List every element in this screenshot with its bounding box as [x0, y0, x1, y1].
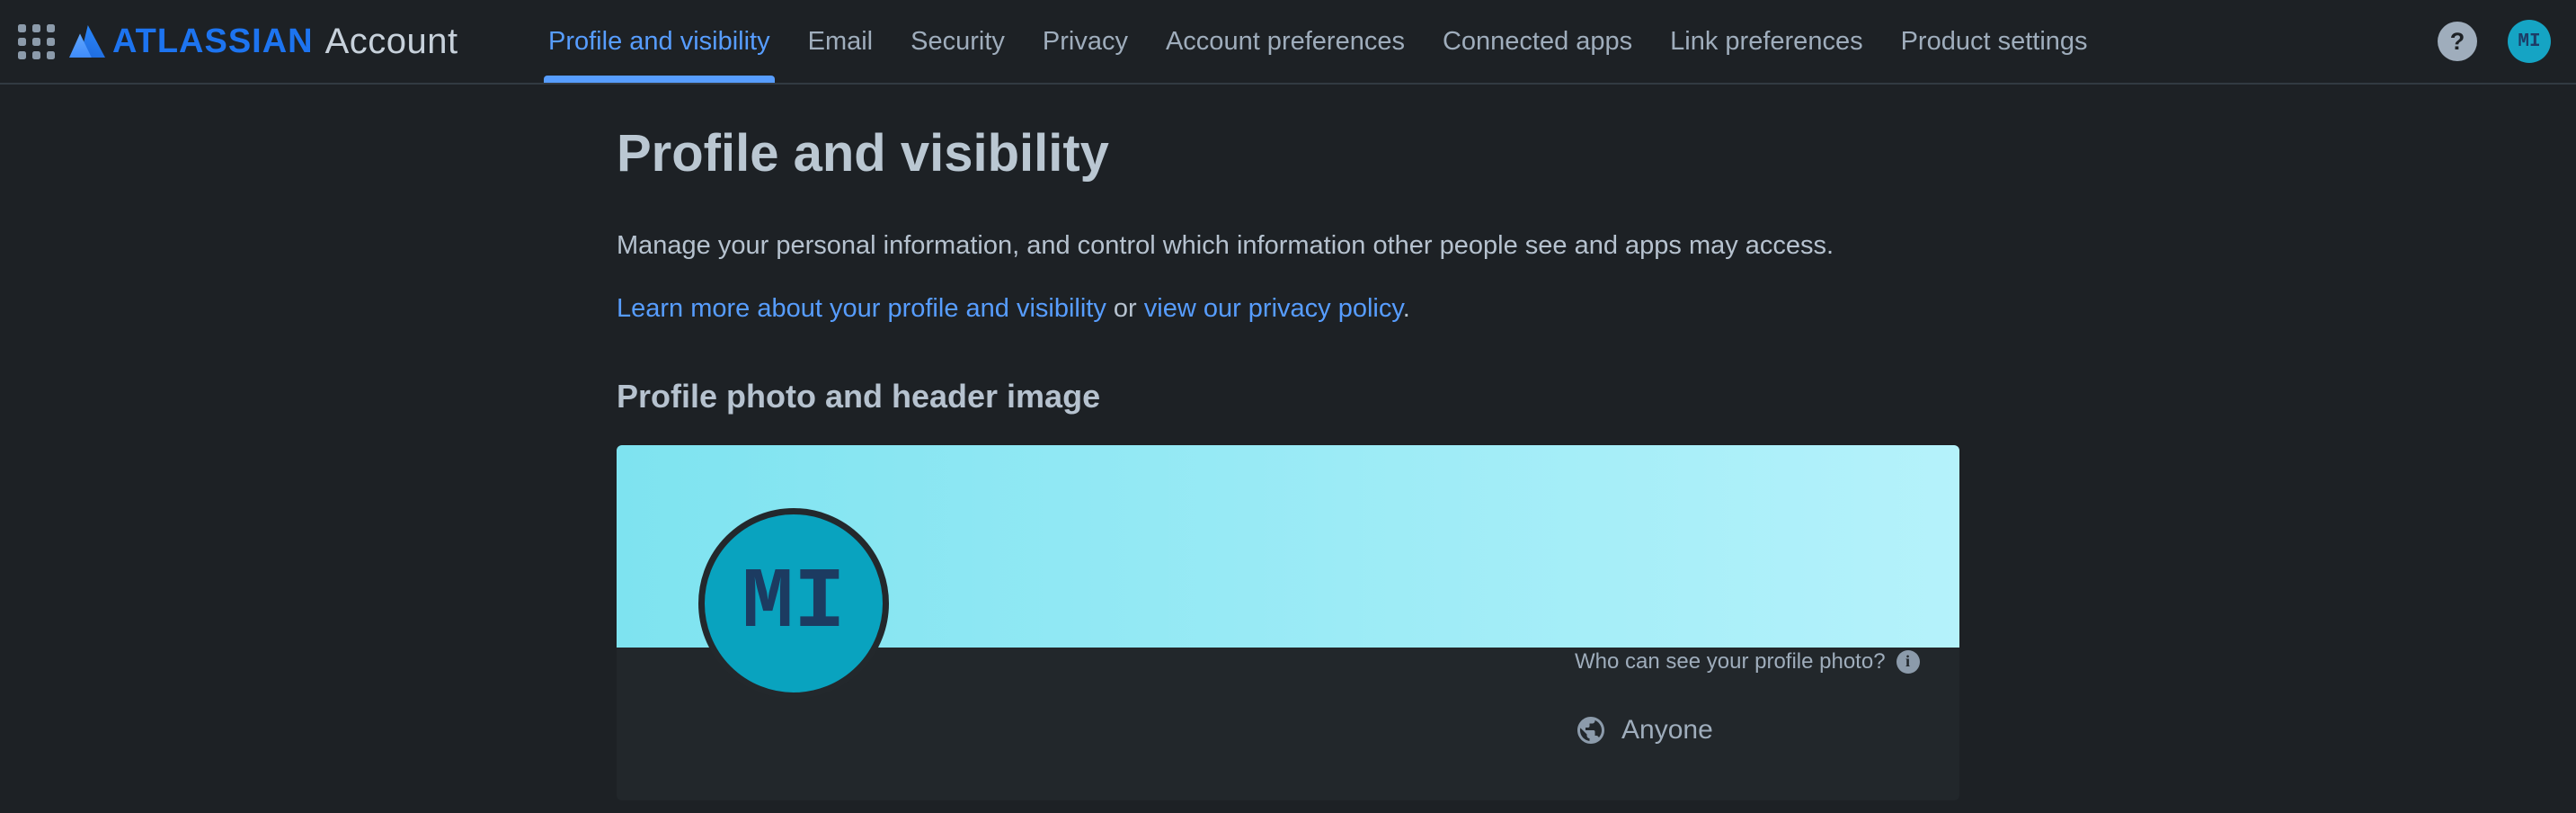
app-switcher-icon[interactable] [18, 24, 55, 59]
tab-email[interactable]: Email [808, 0, 874, 83]
profile-photo-avatar[interactable]: MI [698, 508, 889, 699]
conjunction-text: or [1106, 294, 1144, 323]
globe-icon [1575, 714, 1607, 746]
period-text: . [1403, 294, 1410, 323]
help-icon[interactable]: ? [2438, 22, 2477, 61]
primary-nav: Profile and visibility Email Security Priva… [548, 0, 2088, 83]
grid-dot [47, 24, 55, 32]
user-avatar[interactable]: MI [2508, 20, 2551, 63]
profile-photo-card: MI Who can see your profile photo? i Any… [617, 445, 1959, 800]
atlassian-logo-icon [69, 25, 105, 58]
tab-link-preferences[interactable]: Link preferences [1670, 0, 1862, 83]
visibility-label-row: Who can see your profile photo? i [1575, 650, 1920, 674]
main-content: Profile and visibility Manage your perso… [617, 85, 1959, 800]
grid-dot [32, 38, 40, 46]
info-icon[interactable]: i [1896, 650, 1920, 674]
tab-account-preferences[interactable]: Account preferences [1166, 0, 1405, 83]
links-line: Learn more about your profile and visibi… [617, 290, 1959, 327]
grid-dot [47, 51, 55, 59]
atlassian-account-logo[interactable]: ATLASSIAN Account [69, 23, 458, 59]
grid-dot [32, 51, 40, 59]
header-actions: ? MI [2438, 0, 2551, 83]
grid-dot [18, 24, 26, 32]
tab-profile-and-visibility[interactable]: Profile and visibility [548, 0, 770, 83]
atlassian-wordmark: ATLASSIAN [112, 24, 314, 58]
visibility-value: Anyone [1621, 717, 1713, 744]
visibility-selector[interactable]: Anyone [1575, 714, 1920, 746]
grid-dot [47, 38, 55, 46]
product-name: Account [325, 23, 458, 59]
grid-dot [18, 51, 26, 59]
page: ATLASSIAN Account Profile and visibility… [0, 0, 2576, 813]
tab-product-settings[interactable]: Product settings [1901, 0, 2088, 83]
grid-dot [32, 24, 40, 32]
tab-connected-apps[interactable]: Connected apps [1443, 0, 1632, 83]
section-title-profile-photo: Profile photo and header image [617, 376, 1959, 418]
page-title: Profile and visibility [617, 122, 1959, 186]
tab-privacy[interactable]: Privacy [1043, 0, 1128, 83]
tab-security[interactable]: Security [910, 0, 1005, 83]
grid-dot [18, 38, 26, 46]
top-nav-bar: ATLASSIAN Account Profile and visibility… [0, 0, 2576, 85]
photo-visibility-block: Who can see your profile photo? i Anyone [1575, 650, 1920, 746]
intro-text: Manage your personal information, and co… [617, 228, 1959, 264]
visibility-question-label: Who can see your profile photo? [1575, 650, 1886, 674]
learn-more-link[interactable]: Learn more about your profile and visibi… [617, 294, 1106, 323]
privacy-policy-link[interactable]: view our privacy policy [1144, 294, 1403, 323]
